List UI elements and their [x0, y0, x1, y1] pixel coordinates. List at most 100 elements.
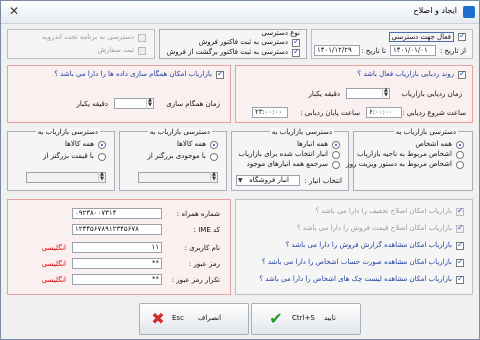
password-repeat-label: تکرار رمز عبور :: [171, 276, 220, 284]
password-repeat-input[interactable]: **: [72, 274, 162, 285]
identity-box: شماره همراه : ۰۹۲۳۸۰۰۷۳۱۴ کد IME : ۱۲۳۴۵…: [7, 199, 231, 295]
password-lang-label: انگلیسی: [41, 260, 66, 268]
sync-time-label: زمان همگام سازی: [166, 100, 220, 108]
customer-visit-label: اشخاص مربوط به دستور ویزیت روز: [346, 160, 452, 168]
goods-price-gt-radio[interactable]: [98, 153, 106, 161]
sync-label: بازاریاب امکان همگام سازی داده ها را دار…: [54, 70, 212, 78]
tracking-time-spinner[interactable]: ▲ ▼: [382, 88, 389, 99]
sync-time-unit: دقیقه یکبار: [76, 100, 108, 108]
checkmark-icon: ✔: [269, 309, 283, 328]
tracking-time-label: زمان ردیابی بازاریاب: [401, 90, 462, 98]
sync-time-input[interactable]: ۱ ▲ ▼: [114, 98, 154, 109]
permission-label: بازاریاب امکان اصلاح قیمت فروش را دارا م…: [296, 224, 452, 232]
username-lang-label: انگلیسی: [41, 244, 66, 252]
goods-price-legend: دسترسی بازاریاب به: [35, 128, 100, 136]
tracking-start-label: ساعت شروع ردیابی :: [402, 109, 466, 117]
goods-stock-gt-label: با موجودی بزرگتر از: [147, 152, 207, 160]
tracking-start-input[interactable]: ۶:۰۰:۰۰: [366, 107, 402, 118]
dialog-window: ایجاد و اصلاح ✕ دسترسی به برنامه تحت اند…: [0, 0, 480, 340]
permission-label: بازاریاب امکان مشاهده صورت حساب اشخاص را…: [261, 258, 452, 266]
chevron-down-icon: ▼: [238, 177, 243, 184]
sync-box: بازاریاب امکان همگام سازی داده ها را دار…: [7, 65, 231, 123]
password-label: رمز عبور :: [188, 260, 220, 268]
permission-checkbox[interactable]: [456, 223, 464, 233]
tracking-label: روند ردیابی بازاریاب فعال باشد ؟: [357, 70, 454, 78]
goods-stock-legend: دسترسی بازاریاب به: [147, 128, 212, 136]
access-type-legend: نوع دسترسی: [261, 29, 300, 37]
customer-access-legend: دسترسی بازاریاب به: [393, 128, 458, 136]
goods-price-all-radio[interactable]: [98, 141, 106, 149]
store-access-group: دسترسی بازاریاب به همه انبارها انبار انت…: [231, 128, 349, 191]
permission-checkbox[interactable]: [456, 257, 464, 267]
close-x-icon: ✖: [151, 309, 165, 328]
android-access-checkbox[interactable]: [138, 34, 146, 42]
return-invoice-checkbox[interactable]: [292, 47, 300, 57]
active-access-checkbox[interactable]: [458, 31, 466, 41]
permission-checkbox[interactable]: [456, 274, 464, 284]
order-register-checkbox[interactable]: [138, 47, 146, 55]
permission-checkbox[interactable]: [456, 240, 464, 250]
ok-label: تایید: [324, 314, 336, 322]
from-date-input[interactable]: ۱۴۰۱/۰۱/۰۱: [390, 45, 436, 56]
goods-price-input[interactable]: ۱ ▲ ▼: [26, 172, 106, 183]
customer-region-radio[interactable]: [456, 151, 464, 159]
sync-checkbox[interactable]: [216, 69, 224, 79]
goods-stock-gt-radio[interactable]: [210, 153, 218, 161]
access-type-group: نوع دسترسی دسترسی به ثبت فاکتور فروش دست…: [159, 29, 307, 59]
store-selected-label: انبار انتخاب شده برای بازاریاب: [238, 150, 328, 158]
goods-stock-group: دسترسی بازاریاب به همه کالاها با موجودی …: [119, 128, 227, 191]
store-all-radio[interactable]: [332, 141, 340, 149]
store-selected-radio[interactable]: [332, 151, 340, 159]
goods-stock-all-label: همه کالاها: [177, 140, 206, 148]
goods-stock-input[interactable]: ۱ ▲ ▼: [138, 172, 218, 183]
close-icon[interactable]: ✕: [7, 4, 21, 18]
customer-access-group: دسترسی بازاریاب به همه اشخاص اشخاص مربوط…: [346, 128, 473, 191]
password-input[interactable]: **: [72, 258, 162, 269]
username-input[interactable]: ۱۱: [72, 242, 162, 253]
imei-input[interactable]: ۱۲۳۴۵۶۷۸۹۱۲۳۴۵۶۷۸: [72, 224, 162, 235]
phone-input[interactable]: ۰۹۲۳۸۰۰۷۳۱۴: [72, 208, 162, 219]
cancel-shortcut: Esc: [172, 314, 184, 322]
goods-price-group: دسترسی بازاریاب به همه کالاها با قیمت بز…: [7, 128, 115, 191]
customer-region-label: اشخاص مربوط به ناحیه بازاریاب: [357, 150, 452, 158]
android-access-box: دسترسی به برنامه تحت اندروید ثبت سفارش: [7, 29, 155, 59]
password-repeat-lang-label: انگلیسی: [41, 276, 66, 284]
sales-invoice-checkbox[interactable]: [292, 37, 300, 47]
tracking-checkbox[interactable]: [458, 69, 466, 79]
to-date-input[interactable]: ۱۴۰۱/۱۲/۲۹: [314, 45, 360, 56]
from-date-label: از تاریخ :: [439, 47, 466, 55]
permission-checkbox[interactable]: [456, 206, 464, 216]
tracking-end-input[interactable]: ۲۳:۰۰:۰۰: [252, 107, 288, 118]
ok-button[interactable]: ✔ Ctrl+S تایید: [251, 303, 361, 335]
store-all-label: همه انبارها: [296, 140, 328, 148]
permission-label: بازاریاب امکان اصلاح تخفیف را دارا می با…: [315, 207, 452, 215]
app-icon: [463, 6, 475, 18]
ok-shortcut: Ctrl+S: [292, 314, 315, 322]
tracking-time-input[interactable]: ۱ ▲ ▼: [346, 88, 390, 99]
title-bar: ایجاد و اصلاح ✕: [1, 1, 479, 24]
permissions-box: بازاریاب امکان اصلاح تخفیف را دارا می با…: [235, 199, 473, 295]
store-sum-radio[interactable]: [332, 161, 340, 169]
username-label: نام کاربری :: [184, 244, 220, 252]
imei-label: کد IME :: [193, 226, 220, 234]
active-access-box: فعال جهت دسترسی از تاریخ : ۱۴۰۱/۰۱/۰۱ تا…: [311, 29, 473, 59]
customer-all-radio[interactable]: [456, 141, 464, 149]
goods-price-gt-label: با قیمت بزرگتر از: [43, 152, 94, 160]
cancel-button[interactable]: ✖ Esc انصراف: [139, 303, 249, 335]
permission-label: بازاریاب امکان مشاهده گزارش فروش را دارا…: [285, 241, 452, 249]
permission-label: بازاریاب امکان مشاهده لیست چک های اشخاص …: [259, 275, 452, 283]
goods-stock-spinner[interactable]: ▲ ▼: [210, 172, 217, 183]
goods-stock-all-radio[interactable]: [210, 141, 218, 149]
customer-visit-radio[interactable]: [456, 161, 464, 169]
store-select-dropdown[interactable]: انبار فروشگاه ▼: [236, 175, 300, 186]
phone-label: شماره همراه :: [176, 210, 220, 218]
store-sum-label: سرجمع همه انبارهای موجود: [246, 160, 328, 168]
goods-price-all-label: همه کالاها: [65, 140, 94, 148]
store-access-legend: دسترسی بازاریاب به: [269, 128, 334, 136]
cancel-label: انصراف: [198, 314, 222, 322]
goods-price-spinner[interactable]: ▲ ▼: [98, 172, 105, 183]
store-select-label: انتخاب انبار :: [304, 177, 342, 185]
tracking-box: روند ردیابی بازاریاب فعال باشد ؟ زمان رد…: [235, 65, 473, 123]
sync-time-spinner[interactable]: ▲ ▼: [146, 98, 153, 109]
store-select-value: انبار فروشگاه: [249, 176, 289, 184]
